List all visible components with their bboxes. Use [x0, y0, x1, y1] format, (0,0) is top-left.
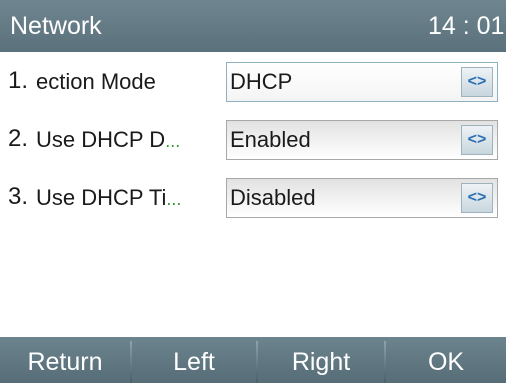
connection-mode-select[interactable]: DHCP <>	[226, 62, 498, 102]
left-right-arrows-icon[interactable]: <>	[461, 183, 493, 213]
row-label: ection Mode	[36, 69, 226, 95]
setting-row-use-dhcp-time[interactable]: 3. Use DHCP Ti... Disabled <>	[0, 168, 506, 226]
row-label-text: Use DHCP Ti	[36, 185, 167, 210]
left-softkey[interactable]: Left	[132, 337, 256, 383]
field-value: Enabled	[230, 127, 311, 152]
truncation-ellipsis: ...	[166, 189, 182, 209]
row-number: 1.	[8, 67, 29, 94]
settings-list: 1. ection Mode DHCP <> 2. Use DHCP D... …	[0, 52, 506, 337]
row-label: Use DHCP D...	[36, 127, 226, 153]
row-number: 2.	[8, 125, 29, 152]
setting-row-use-dhcp-dns[interactable]: 2. Use DHCP D... Enabled <>	[0, 110, 506, 168]
truncation-ellipsis: ...	[165, 131, 181, 151]
use-dhcp-time-select[interactable]: Disabled <>	[226, 178, 498, 218]
left-right-arrows-icon[interactable]: <>	[461, 67, 493, 97]
clock: 14 : 01	[428, 12, 505, 40]
left-right-arrows-icon[interactable]: <>	[461, 125, 493, 155]
ok-softkey[interactable]: OK	[386, 337, 506, 383]
row-label: Use DHCP Ti...	[36, 185, 226, 211]
row-label-text: ection Mode	[36, 69, 156, 94]
use-dhcp-dns-select[interactable]: Enabled <>	[226, 120, 498, 160]
row-number: 3.	[8, 183, 29, 210]
right-softkey[interactable]: Right	[258, 337, 384, 383]
field-value: DHCP	[230, 69, 293, 94]
title-bar: Network 14 : 01	[0, 0, 506, 52]
row-label-text: Use DHCP D	[36, 127, 166, 152]
page-title: Network	[10, 12, 102, 40]
setting-row-connection-mode[interactable]: 1. ection Mode DHCP <>	[0, 52, 506, 110]
field-value: Disabled	[230, 185, 316, 210]
softkey-bar: Return Left Right OK	[0, 337, 506, 383]
phone-screen: Network 14 : 01 1. ection Mode DHCP <> 2…	[0, 0, 506, 383]
return-softkey[interactable]: Return	[0, 337, 130, 383]
